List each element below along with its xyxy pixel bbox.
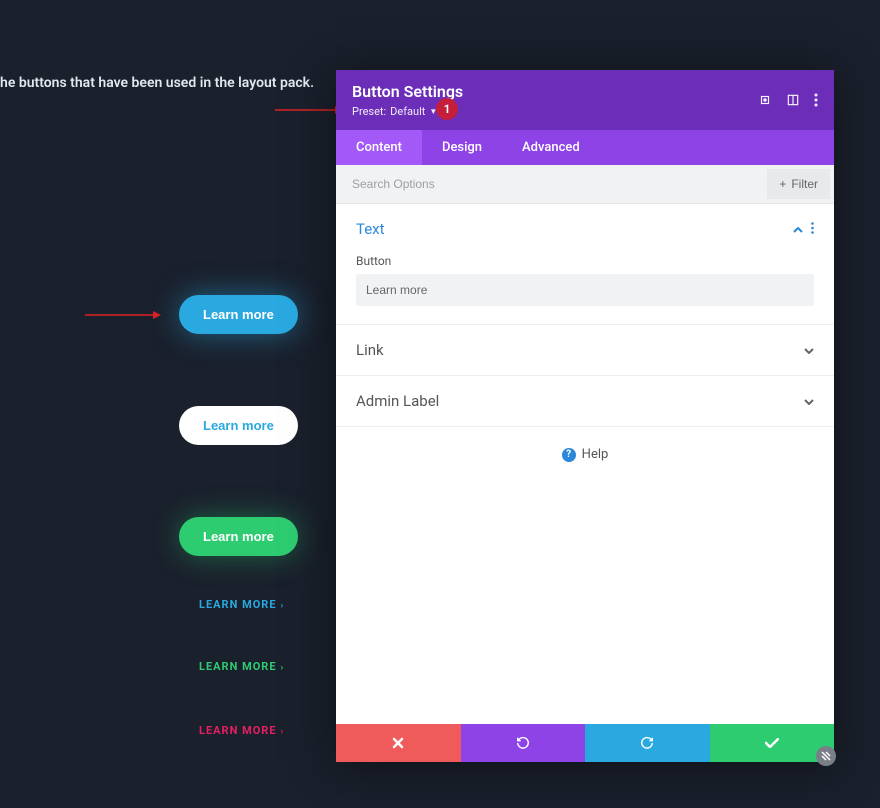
close-icon <box>392 737 404 749</box>
help-link[interactable]: ? Help <box>336 427 834 482</box>
help-label: Help <box>582 447 609 462</box>
search-input[interactable] <box>336 167 763 201</box>
section-text: Text Button <box>336 204 834 325</box>
chevron-right-icon: › <box>281 727 285 737</box>
link-label: LEARN MORE <box>199 598 277 611</box>
tab-design[interactable]: Design <box>422 130 502 165</box>
plus-icon: + <box>779 177 786 191</box>
link-label: LEARN MORE <box>199 660 277 673</box>
preview-button-blue[interactable]: Learn more <box>179 295 298 334</box>
annotation-badge-1: 1 <box>436 98 458 120</box>
section-admin-label: Admin Label <box>336 376 834 427</box>
check-icon <box>765 738 779 748</box>
section-title: Text <box>356 220 385 238</box>
resize-icon <box>821 751 831 761</box>
more-icon[interactable] <box>811 222 814 237</box>
resize-handle[interactable] <box>816 746 836 766</box>
tab-content[interactable]: Content <box>336 130 422 165</box>
more-icon[interactable] <box>814 93 818 107</box>
search-bar: + Filter <box>336 165 834 204</box>
filter-button[interactable]: + Filter <box>767 169 830 199</box>
section-link: Link <box>336 325 834 376</box>
chevron-down-icon <box>804 343 814 358</box>
chevron-down-icon <box>804 394 814 409</box>
filter-label: Filter <box>791 177 818 191</box>
preview-button-white[interactable]: Learn more <box>179 406 298 445</box>
annotation-arrow-2 <box>85 310 163 320</box>
section-admin-header[interactable]: Admin Label <box>336 376 834 426</box>
preset-value: Default <box>390 105 425 118</box>
chevron-right-icon: › <box>281 663 285 673</box>
help-icon: ? <box>562 448 576 462</box>
modal-header: Button Settings Preset: Default ▼ <box>336 70 834 130</box>
chevron-up-icon <box>793 222 803 236</box>
field-label-button: Button <box>356 254 814 268</box>
section-title: Admin Label <box>356 392 439 410</box>
undo-icon <box>516 736 530 750</box>
settings-modal: Button Settings Preset: Default ▼ Conten… <box>336 70 834 762</box>
expand-icon[interactable] <box>758 93 772 107</box>
redo-button[interactable] <box>585 724 710 762</box>
panel-icon[interactable] <box>786 93 800 107</box>
preview-button-teal[interactable]: Learn more <box>179 517 298 556</box>
tabs: Content Design Advanced <box>336 130 834 165</box>
tab-advanced[interactable]: Advanced <box>502 130 600 165</box>
section-title: Link <box>356 341 384 359</box>
preview-link-teal[interactable]: LEARN MORE › <box>199 660 284 673</box>
annotation-arrow-1 <box>275 105 345 115</box>
background-caption: he buttons that have been used in the la… <box>0 75 314 91</box>
button-text-input[interactable] <box>356 274 814 306</box>
link-label: LEARN MORE <box>199 724 277 737</box>
preview-link-blue[interactable]: LEARN MORE › <box>199 598 284 611</box>
chevron-right-icon: › <box>281 601 285 611</box>
section-text-header[interactable]: Text <box>336 204 834 254</box>
undo-button[interactable] <box>461 724 586 762</box>
preview-link-pink[interactable]: LEARN MORE › <box>199 724 284 737</box>
section-link-header[interactable]: Link <box>336 325 834 375</box>
redo-icon <box>640 736 654 750</box>
modal-footer <box>336 724 834 762</box>
preset-label: Preset: <box>352 105 386 118</box>
cancel-button[interactable] <box>336 724 461 762</box>
